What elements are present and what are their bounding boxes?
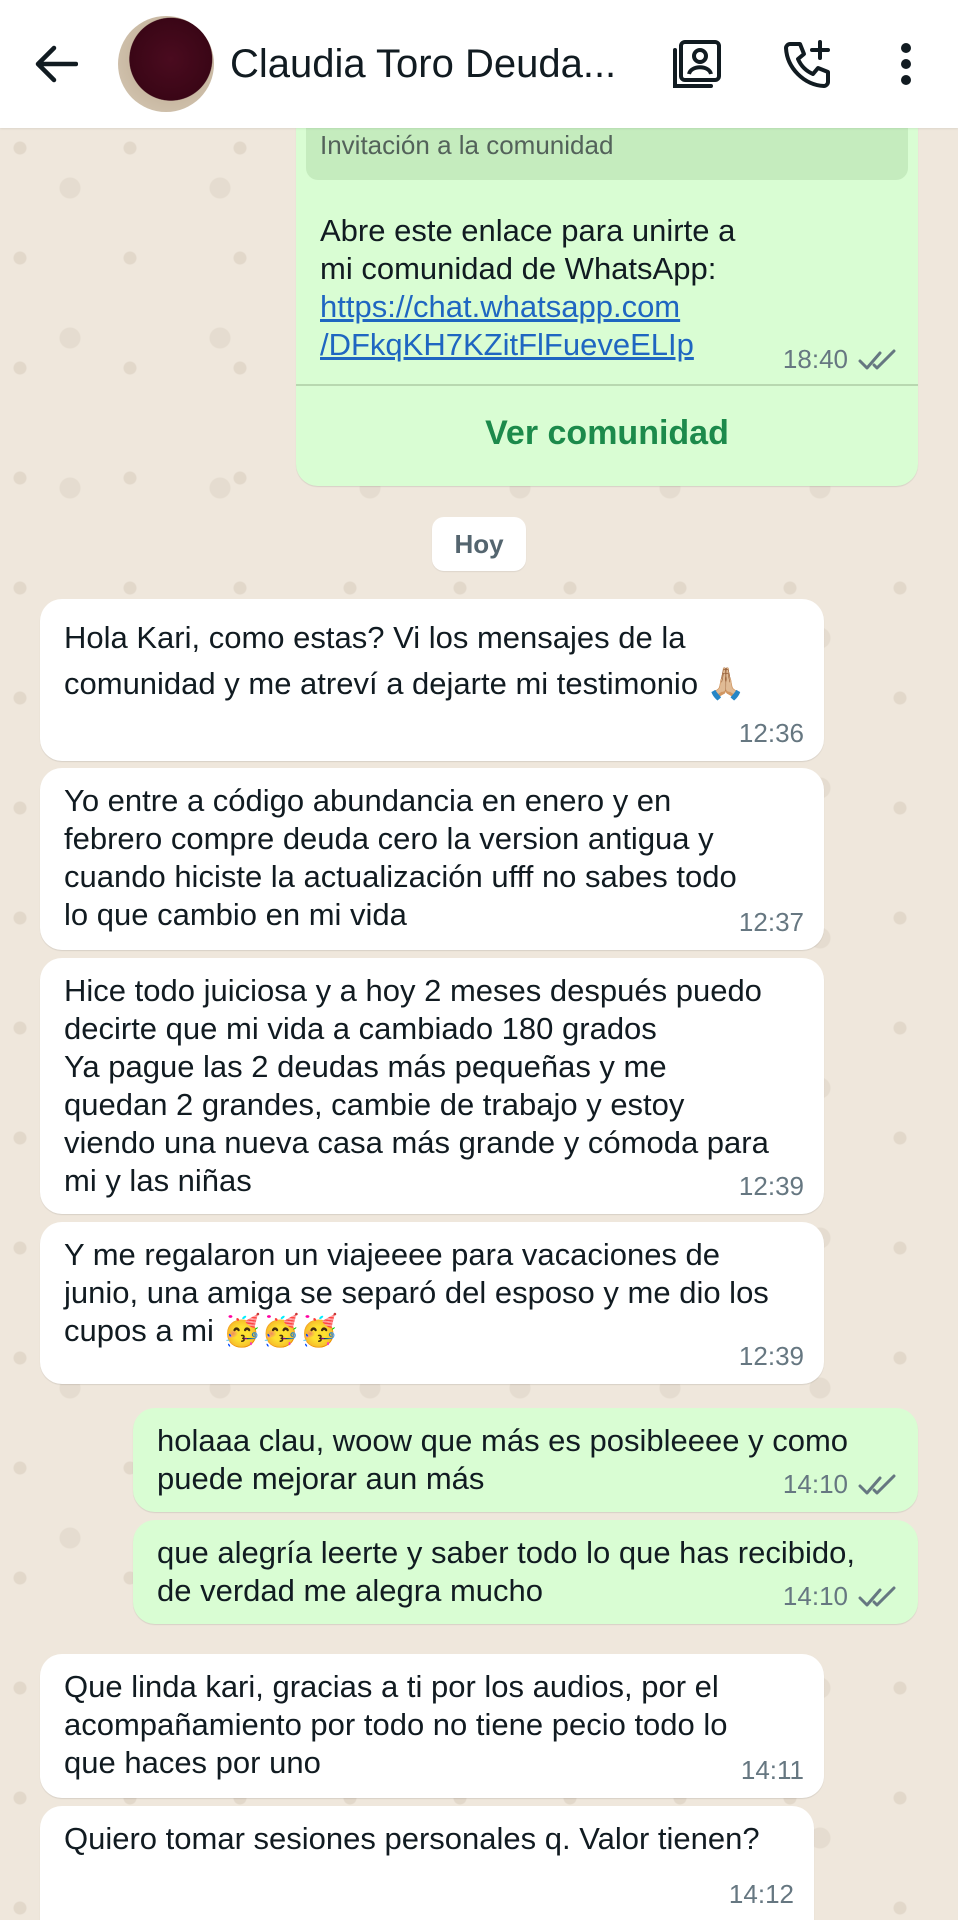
- message-text: Que linda kari, gracias a ti por los aud…: [64, 1669, 728, 1780]
- contact-name[interactable]: Claudia Toro Deuda...: [230, 42, 620, 87]
- incoming-message[interactable]: Hola Kari, como estas? Vi los mensajes d…: [40, 599, 824, 761]
- message-text: Hola Kari, como estas? Vi los mensajes d…: [64, 620, 746, 701]
- contact-card-icon[interactable]: [665, 32, 729, 96]
- message-time: 18:40: [783, 344, 898, 375]
- incoming-message[interactable]: Quiero tomar sesiones personales q. Valo…: [40, 1806, 814, 1920]
- chat-header: Claudia Toro Deuda...: [0, 0, 958, 128]
- message-time: 12:37: [738, 907, 804, 937]
- invite-label: Invitación a la comunidad: [320, 130, 614, 160]
- message-time: 14:12: [728, 1879, 794, 1909]
- message-time: 12:39: [738, 1171, 804, 1201]
- read-ticks-icon: [858, 1586, 896, 1606]
- incoming-message[interactable]: Y me regalaron un viajeeee para vacacion…: [40, 1222, 824, 1384]
- view-community-button[interactable]: Ver comunidad: [296, 388, 918, 478]
- invite-text-line1: Abre este enlace para unirte a: [320, 213, 736, 248]
- message-text: Quiero tomar sesiones personales q. Valo…: [64, 1821, 760, 1856]
- incoming-message[interactable]: Hice todo juiciosa y a hoy 2 meses despu…: [40, 958, 824, 1214]
- message-time: 12:39: [738, 1341, 804, 1371]
- back-arrow-icon[interactable]: [24, 32, 88, 96]
- message-text: Y me regalaron un viajeeee para vacacion…: [64, 1237, 769, 1348]
- message-text: Yo entre a código abundancia en enero y …: [64, 783, 737, 932]
- read-ticks-icon: [858, 1474, 896, 1494]
- message-time: 12:36: [738, 718, 804, 748]
- message-time: 14:11: [740, 1755, 804, 1785]
- read-ticks-icon: [858, 349, 896, 369]
- card-divider: [296, 384, 918, 386]
- community-invite-message[interactable]: Invitación a la comunidad Abre este enla…: [296, 116, 918, 486]
- incoming-message[interactable]: Que linda kari, gracias a ti por los aud…: [40, 1654, 824, 1798]
- date-separator: Hoy: [432, 517, 526, 571]
- invite-link-line2[interactable]: /DFkqKH7KZitFlFueveELIp: [320, 326, 735, 364]
- invite-link-line1[interactable]: https://chat.whatsapp.com: [320, 288, 735, 326]
- message-text: Hice todo juiciosa y a hoy 2 meses despu…: [64, 973, 769, 1198]
- outgoing-message[interactable]: que alegría leerte y saber todo lo que h…: [133, 1520, 918, 1624]
- outgoing-message[interactable]: holaaa clau, woow que más es posibleeee …: [133, 1408, 918, 1512]
- contact-avatar[interactable]: [118, 16, 214, 112]
- add-call-icon[interactable]: [776, 32, 840, 96]
- invite-text-line2: mi comunidad de WhatsApp:: [320, 251, 717, 286]
- message-time: 14:10: [783, 1469, 898, 1500]
- message-time: 14:10: [783, 1581, 898, 1612]
- more-options-icon[interactable]: [874, 32, 938, 96]
- incoming-message[interactable]: Yo entre a código abundancia en enero y …: [40, 768, 824, 950]
